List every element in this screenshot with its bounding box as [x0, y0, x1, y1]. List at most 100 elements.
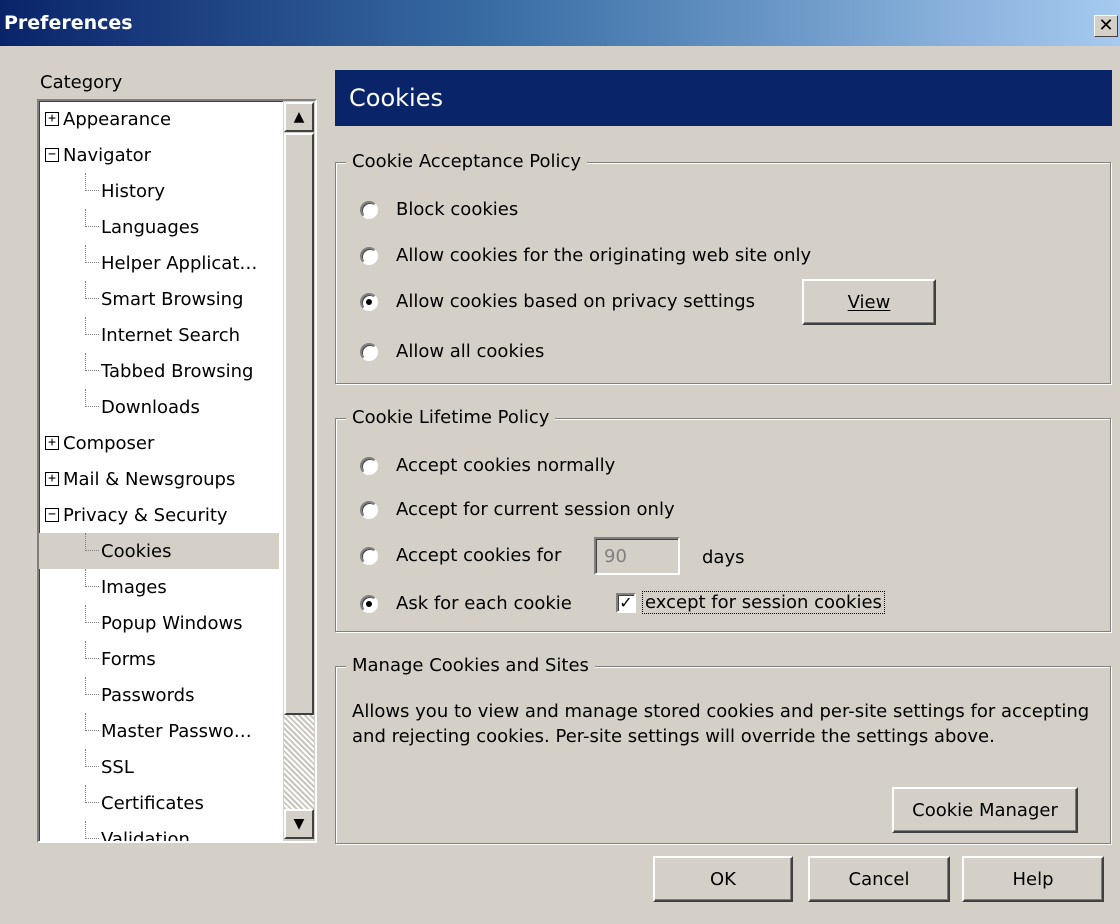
tree-item-label: Navigator [63, 144, 152, 166]
tree-item-popup-windows[interactable]: Popup Windows [39, 605, 279, 641]
radio-accept-for-days[interactable]: Accept cookies for [360, 545, 561, 566]
scroll-up-icon[interactable]: ▲ [284, 102, 314, 132]
tree-connector [85, 749, 99, 767]
expand-icon[interactable]: + [45, 112, 59, 126]
tree-item-label: History [101, 180, 166, 202]
radio-allow-all[interactable]: Allow all cookies [360, 341, 544, 362]
radio-icon[interactable] [360, 546, 378, 565]
tree-item-label: Internet Search [101, 324, 241, 346]
tree-item-navigator[interactable]: − Navigator [39, 137, 279, 173]
tree-item-languages[interactable]: Languages [39, 209, 279, 245]
tree-item-label: Validation [101, 828, 190, 843]
collapse-icon[interactable]: − [45, 508, 59, 522]
tree-item-master-passwords[interactable]: Master Passwo… [39, 713, 279, 749]
tree-item-internet-search[interactable]: Internet Search [39, 317, 279, 353]
acceptance-policy-group: Cookie Acceptance Policy Block cookies A… [335, 151, 1111, 384]
tree-item-label: Helper Applicat… [101, 252, 258, 274]
category-label: Category [40, 72, 123, 93]
radio-session-only[interactable]: Accept for current session only [360, 499, 675, 520]
tree-item-label: Downloads [101, 396, 200, 418]
view-privacy-button[interactable]: View [802, 279, 936, 325]
tree-item-cookies[interactable]: Cookies [39, 533, 279, 569]
radio-icon[interactable] [360, 200, 378, 219]
radio-privacy-settings[interactable]: Allow cookies based on privacy settings [360, 291, 755, 312]
radio-label: Block cookies [396, 199, 519, 220]
group-legend: Cookie Lifetime Policy [346, 407, 556, 428]
days-input[interactable]: 90 [594, 537, 680, 575]
tree-connector [85, 173, 99, 191]
tree-item-label: Smart Browsing [101, 288, 244, 310]
days-label: days [702, 547, 745, 568]
scroll-track[interactable] [284, 715, 314, 809]
tree-item-smart-browsing[interactable]: Smart Browsing [39, 281, 279, 317]
tree-connector [85, 281, 99, 299]
tree-item-images[interactable]: Images [39, 569, 279, 605]
category-tree: + Appearance − Navigator History Languag… [37, 99, 317, 843]
tree-item-appearance[interactable]: + Appearance [39, 101, 279, 137]
tree-scrollbar[interactable]: ▲ ▼ [283, 101, 315, 841]
tree-item-validation[interactable]: Validation [39, 821, 279, 843]
radio-label: Accept cookies for [396, 545, 562, 566]
tree-item-label: Popup Windows [101, 612, 243, 634]
close-icon[interactable]: ✕ [1094, 15, 1118, 37]
group-legend: Cookie Acceptance Policy [346, 151, 588, 172]
tree-item-label: Master Passwo… [101, 720, 252, 742]
tree-item-privacy-security[interactable]: − Privacy & Security [39, 497, 279, 533]
lifetime-policy-group: Cookie Lifetime Policy Accept cookies no… [335, 407, 1111, 632]
tree-item-certificates[interactable]: Certificates [39, 785, 279, 821]
radio-icon-selected[interactable] [360, 594, 378, 613]
ok-button[interactable]: OK [653, 856, 793, 902]
session-cookies-checkbox[interactable]: ✓ except for session cookies [616, 591, 885, 614]
radio-icon-selected[interactable] [360, 292, 378, 311]
tree-connector [85, 605, 99, 623]
tree-item-label: Passwords [101, 684, 195, 706]
tree-item-composer[interactable]: + Composer [39, 425, 279, 461]
radio-icon[interactable] [360, 456, 378, 475]
panel-title: Cookies [335, 70, 1112, 126]
tree-item-helper-applications[interactable]: Helper Applicat… [39, 245, 279, 281]
radio-accept-normally[interactable]: Accept cookies normally [360, 455, 615, 476]
radio-icon[interactable] [360, 246, 378, 265]
collapse-icon[interactable]: − [45, 148, 59, 162]
tree-connector [85, 389, 99, 407]
scroll-down-icon[interactable]: ▼ [284, 809, 314, 839]
tree-item-ssl[interactable]: SSL [39, 749, 279, 785]
tree-item-label: Privacy & Security [63, 504, 228, 526]
radio-ask-each-cookie[interactable]: Ask for each cookie [360, 593, 572, 614]
tree-item-forms[interactable]: Forms [39, 641, 279, 677]
tree-item-history[interactable]: History [39, 173, 279, 209]
tree-item-downloads[interactable]: Downloads [39, 389, 279, 425]
help-button[interactable]: Help [962, 856, 1104, 902]
radio-label: Allow all cookies [396, 341, 545, 362]
radio-label: Accept cookies normally [396, 455, 616, 476]
tree-item-label: Forms [101, 648, 156, 670]
window-title: Preferences [4, 12, 133, 34]
radio-label: Accept for current session only [396, 499, 675, 520]
tree-item-label: Images [101, 576, 167, 598]
tree-connector [85, 713, 99, 731]
expand-icon[interactable]: + [45, 472, 59, 486]
radio-originating-site-only[interactable]: Allow cookies for the originating web si… [360, 245, 811, 266]
cookie-manager-button[interactable]: Cookie Manager [892, 787, 1078, 833]
radio-block-cookies[interactable]: Block cookies [360, 199, 518, 220]
scroll-thumb[interactable] [284, 133, 314, 715]
expand-icon[interactable]: + [45, 436, 59, 450]
tree-item-label: Appearance [63, 108, 172, 130]
tree-item-mail-newsgroups[interactable]: + Mail & Newsgroups [39, 461, 279, 497]
tree-item-label: Certificates [101, 792, 204, 814]
tree-item-label: Tabbed Browsing [101, 360, 254, 382]
check-icon[interactable]: ✓ [616, 592, 636, 613]
radio-label: Allow cookies for the originating web si… [396, 245, 812, 266]
radio-icon[interactable] [360, 500, 378, 519]
tree-item-tabbed-browsing[interactable]: Tabbed Browsing [39, 353, 279, 389]
radio-label: Allow cookies based on privacy settings [396, 291, 756, 312]
tree-connector [85, 569, 99, 587]
tree-item-label: Languages [101, 216, 200, 238]
tree-item-passwords[interactable]: Passwords [39, 677, 279, 713]
title-bar: Preferences ✕ [0, 0, 1120, 46]
cancel-button[interactable]: Cancel [808, 856, 950, 902]
tree-item-label: SSL [101, 756, 134, 778]
tree-item-label: Composer [63, 432, 155, 454]
radio-icon[interactable] [360, 342, 378, 361]
radio-label: Ask for each cookie [396, 593, 572, 614]
